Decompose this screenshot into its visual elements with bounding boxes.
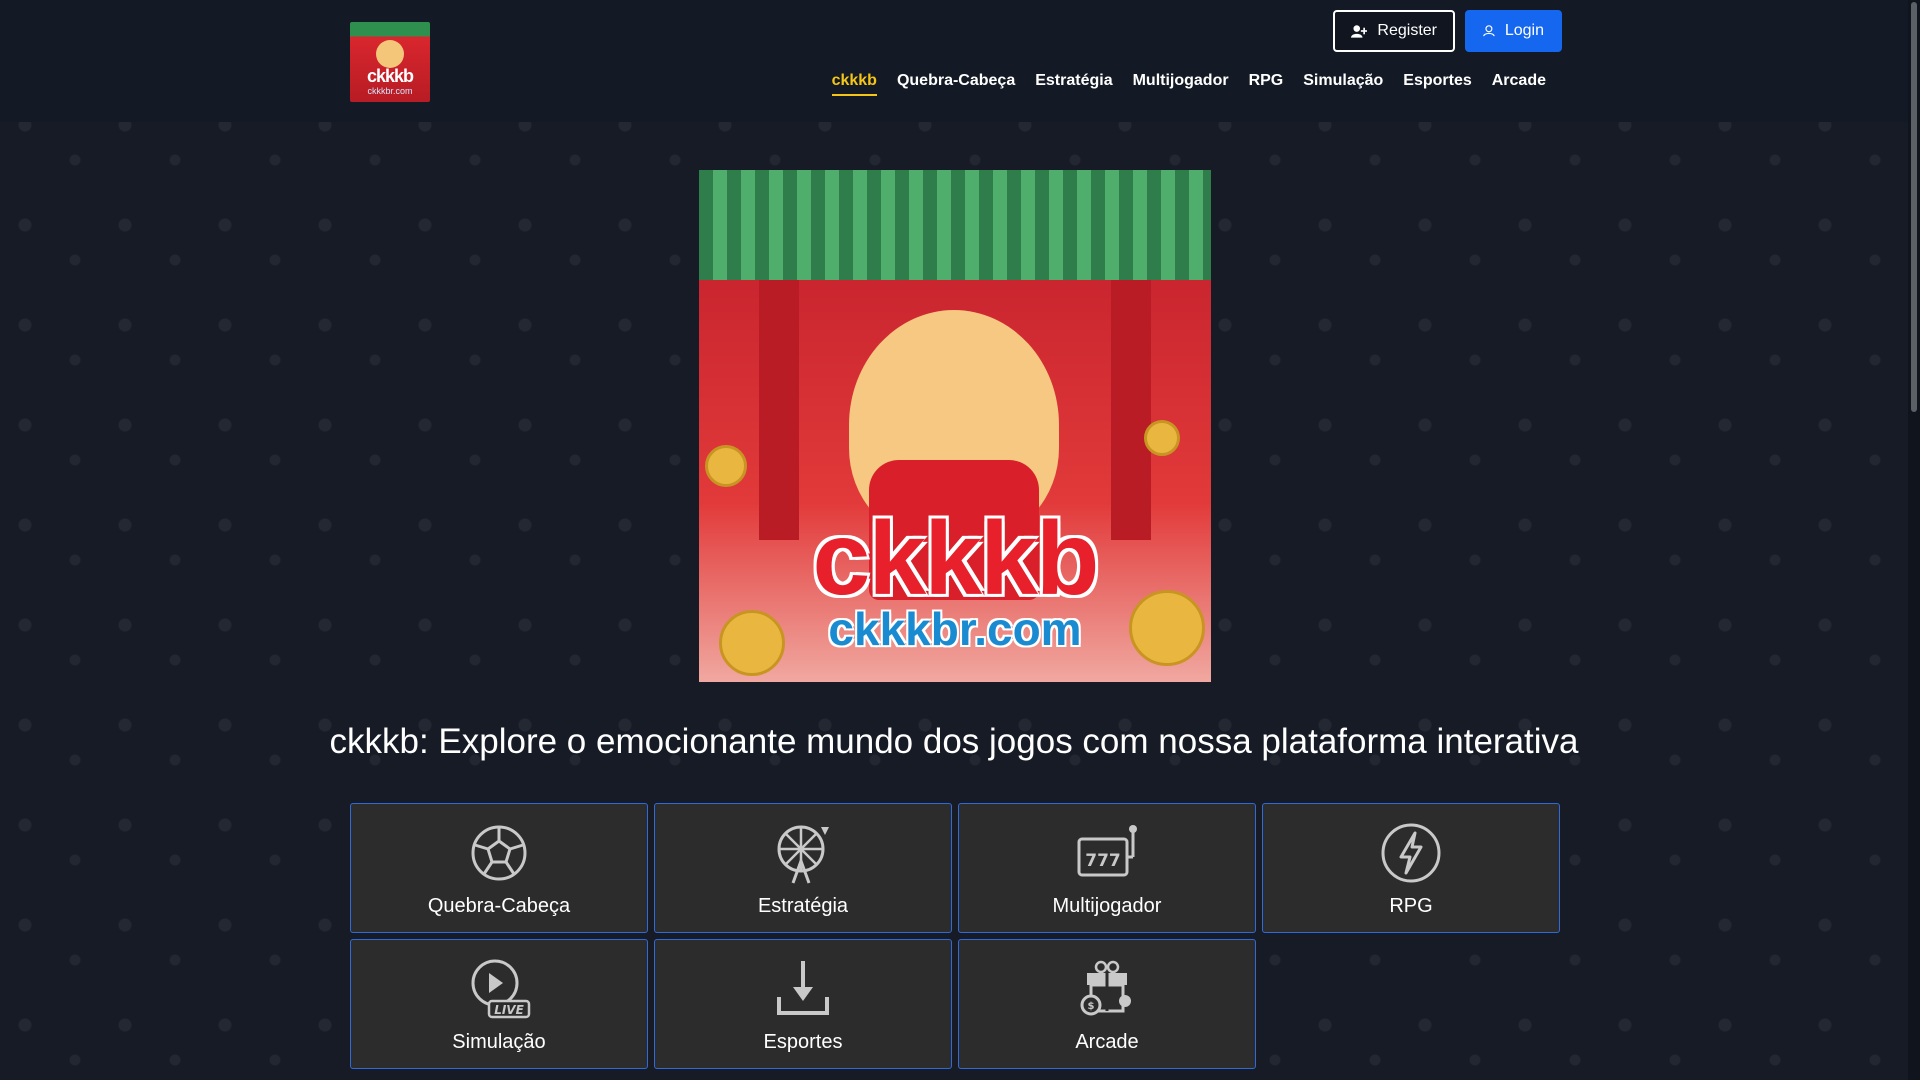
nav-item-multijogador[interactable]: Multijogador xyxy=(1133,72,1229,96)
category-label: Quebra-Cabeça xyxy=(427,895,571,917)
gold-coin xyxy=(1144,420,1180,456)
category-tile-quebra-cabeca[interactable]: Quebra-Cabeça xyxy=(350,803,648,933)
soccer-ball-icon xyxy=(471,825,527,881)
hero-banner: ckkkb ckkkbr.com xyxy=(699,170,1211,682)
main-nav: ckkkb Quebra-Cabeça Estratégia Multijoga… xyxy=(831,72,1546,96)
logo-brand: ckkkb xyxy=(366,66,414,86)
svg-text:$: $ xyxy=(1088,1001,1095,1012)
temple-roof xyxy=(699,170,1211,280)
svg-text:777: 777 xyxy=(1085,851,1121,871)
login-button[interactable]: Login xyxy=(1465,10,1562,52)
category-label: RPG xyxy=(1389,895,1433,917)
nav-item-simulacao[interactable]: Simulação xyxy=(1303,72,1383,96)
slot-machine-icon: 777 xyxy=(1077,825,1137,877)
category-label: Simulação xyxy=(452,1031,546,1053)
gift-chips-icon: $ xyxy=(1080,960,1131,1016)
mascot-icon xyxy=(376,40,404,68)
live-play-icon: LIVE xyxy=(471,959,531,1019)
ferris-wheel-icon xyxy=(777,825,829,884)
nav-item-quebra-cabeca[interactable]: Quebra-Cabeça xyxy=(897,72,1015,96)
user-plus-icon xyxy=(1351,25,1368,38)
category-tile-rpg[interactable]: RPG xyxy=(1262,803,1560,933)
nav-item-estrategia[interactable]: Estratégia xyxy=(1035,72,1112,96)
nav-item-rpg[interactable]: RPG xyxy=(1249,72,1284,96)
category-tile-multijogador[interactable]: 777 Multijogador xyxy=(958,803,1256,933)
category-tile-simulacao[interactable]: LIVE Simulação xyxy=(350,939,648,1069)
category-tile-esportes[interactable]: Esportes xyxy=(654,939,952,1069)
user-icon xyxy=(1483,25,1495,37)
hero-domain: ckkkbr.com xyxy=(828,603,1082,655)
site-logo[interactable]: ckkkb ckkkbr.com xyxy=(350,22,430,102)
auth-buttons: Register Login xyxy=(1333,10,1562,52)
nav-item-ckkkb[interactable]: ckkkb xyxy=(831,72,877,96)
nav-item-arcade[interactable]: Arcade xyxy=(1492,72,1546,96)
download-icon xyxy=(777,961,829,1015)
site-header: ckkkb ckkkbr.com Register Login ckkkb Qu… xyxy=(0,0,1908,122)
register-label: Register xyxy=(1377,22,1437,39)
logo-domain: ckkkbr.com xyxy=(367,86,413,96)
category-label: Multijogador xyxy=(1052,895,1162,917)
nav-item-esportes[interactable]: Esportes xyxy=(1403,72,1471,96)
page-scrollbar[interactable] xyxy=(1908,0,1920,1080)
category-label: Esportes xyxy=(763,1031,843,1053)
category-grid: Quebra-Cabeça Estratégia 777 Multijogado… xyxy=(350,803,1560,1069)
lightning-icon xyxy=(1381,823,1441,883)
category-label: Arcade xyxy=(1075,1031,1139,1053)
scrollbar-thumb[interactable] xyxy=(1911,2,1917,412)
login-label: Login xyxy=(1504,22,1544,39)
svg-text:LIVE: LIVE xyxy=(494,1003,524,1017)
page-headline: ckkkb: Explore o emocionante mundo dos j… xyxy=(329,722,1579,761)
category-label: Estratégia xyxy=(757,895,849,917)
category-tile-arcade[interactable]: $ Arcade xyxy=(958,939,1256,1069)
category-tile-estrategia[interactable]: Estratégia xyxy=(654,803,952,933)
gold-coin xyxy=(705,445,747,487)
register-button[interactable]: Register xyxy=(1333,10,1455,52)
